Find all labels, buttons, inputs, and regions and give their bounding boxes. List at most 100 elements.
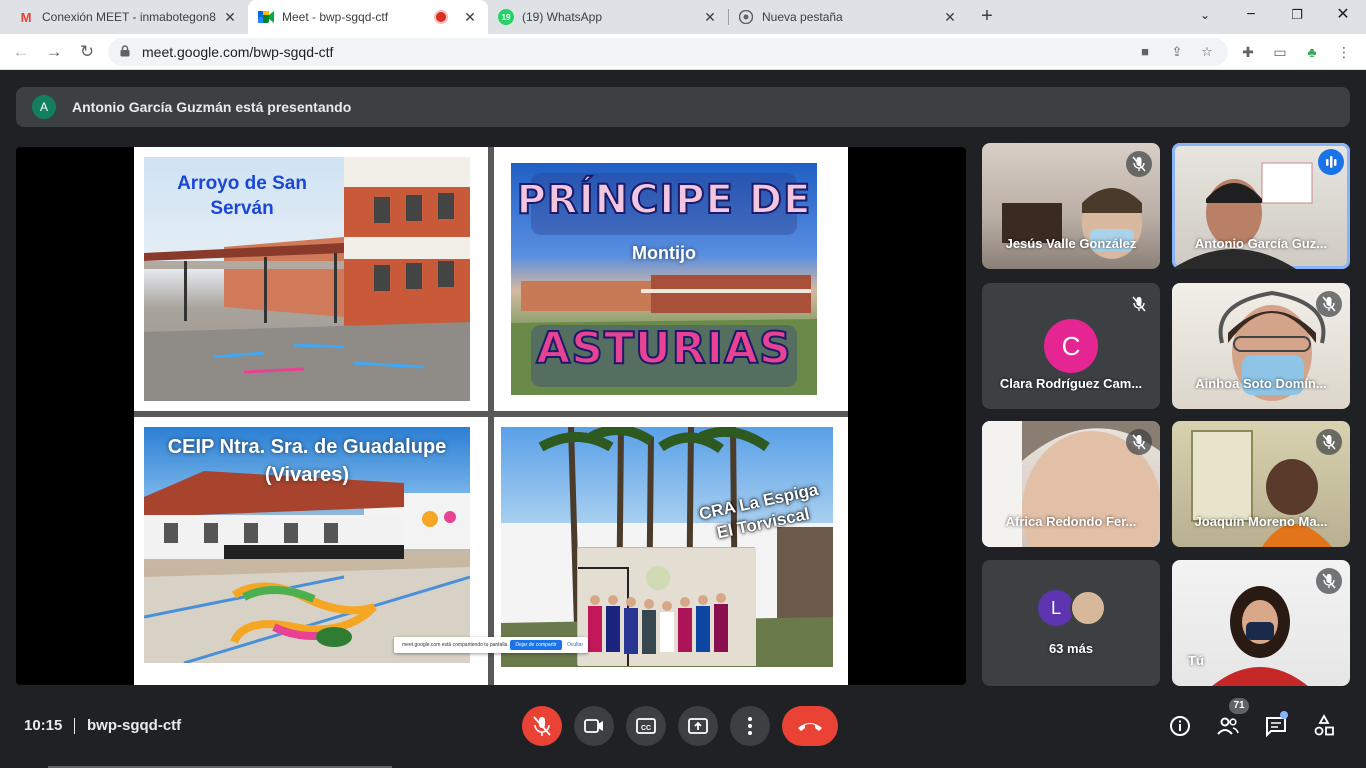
mic-off-icon (1126, 151, 1152, 177)
close-icon[interactable]: ✕ (222, 9, 238, 26)
mic-toggle-button[interactable] (522, 706, 562, 746)
participant-name: Antonio García Guz... (1194, 236, 1328, 251)
school-label-arroyo: Arroyo de San Serván (177, 173, 307, 219)
photo-torviscal: CRA La Espiga El Torviscal (501, 427, 833, 667)
school-label-vivares: CEIP Ntra. Sra. de Guadalupe (Vivares) (167, 436, 447, 486)
speaking-indicator-icon (1318, 149, 1344, 175)
tab-title: (19) WhatsApp (522, 10, 603, 24)
profile-icon[interactable]: ♣ (1302, 42, 1322, 62)
participant-name: Joaquín Moreno Ma... (1194, 514, 1328, 529)
chat-notification-dot (1280, 711, 1288, 719)
tab-gmail[interactable]: M Conexión MEET - inmabotegon8@ ✕ (8, 0, 248, 34)
lock-icon (120, 45, 130, 57)
photo-montijo: PRÍNCIPE DE Montijo ASTURIAS (511, 163, 817, 395)
activities-icon[interactable] (1312, 714, 1336, 738)
participant-tile[interactable]: C Clara Rodríguez Cam... (982, 283, 1160, 409)
recording-icon (434, 10, 448, 24)
more-vert-icon (748, 717, 752, 735)
chrome-icon (738, 9, 754, 25)
close-icon[interactable]: ✕ (462, 9, 478, 26)
participant-name: Clara Rodríguez Cam... (999, 376, 1143, 391)
participant-name: Tú (1188, 653, 1204, 668)
whatsapp-icon: 19 (498, 9, 514, 25)
participant-tile[interactable]: Ainhoa Soto Domín... (1172, 283, 1350, 409)
svg-text:CC: CC (641, 725, 651, 732)
participant-tile[interactable]: África Redondo Fer... (982, 421, 1160, 547)
mic-off-icon (1316, 291, 1342, 317)
captions-button[interactable]: CC (626, 706, 666, 746)
meeting-time: 10:15 (24, 717, 63, 734)
captions-icon: CC (636, 718, 656, 734)
presentation-stage[interactable]: Arroyo de San Serván PRÍNCIPE DE Montijo… (16, 147, 966, 685)
menu-icon[interactable]: ⋮ (1334, 42, 1354, 62)
participant-avatar: L (1038, 590, 1074, 626)
tab-new[interactable]: Nueva pestaña ✕ (728, 0, 968, 34)
bookmark-star-icon[interactable]: ☆ (1198, 44, 1216, 60)
school-label-montijo: Montijo (632, 243, 696, 263)
hide-notice-button[interactable]: Ocultar (567, 642, 583, 648)
slide-divider-horizontal (134, 411, 848, 417)
share-icon[interactable]: ⇪ (1168, 44, 1186, 60)
extensions-icon[interactable]: ✚ (1238, 42, 1258, 62)
more-options-button[interactable] (730, 706, 770, 746)
camera-toggle-button[interactable] (574, 706, 614, 746)
url-text: meet.google.com/bwp-sgqd-ctf (142, 44, 334, 60)
participant-avatar-photo (1070, 590, 1106, 626)
mic-off-icon (1316, 429, 1342, 455)
screen-share-notice: meet.google.com está compartiendo tu pan… (394, 637, 588, 653)
slide-title-bottom: ASTURIAS (535, 322, 792, 375)
people-icon[interactable] (1216, 714, 1240, 738)
tab-whatsapp[interactable]: 19 (19) WhatsApp ✕ (488, 0, 728, 34)
participant-count-badge: 71 (1229, 698, 1249, 714)
address-bar[interactable]: meet.google.com/bwp-sgqd-ctf ■ ⇪ ☆ (108, 38, 1228, 66)
photo-arroyo: Arroyo de San Serván (144, 157, 470, 401)
meet-app: A Antonio García Guzmán está presentando (0, 71, 1366, 768)
tab-meet[interactable]: Meet - bwp-sgqd-ctf ✕ (248, 0, 488, 34)
mic-off-icon (533, 716, 551, 736)
restore-button[interactable]: ❐ (1274, 0, 1320, 34)
meet-icon (258, 9, 274, 25)
gmail-icon: M (20, 9, 32, 25)
close-icon[interactable]: ✕ (942, 9, 958, 26)
participant-tile[interactable]: Joaquín Moreno Ma... (1172, 421, 1350, 547)
present-screen-icon (688, 718, 708, 734)
close-icon[interactable]: ✕ (702, 9, 718, 26)
back-button[interactable]: ← (9, 40, 33, 64)
present-button[interactable] (678, 706, 718, 746)
minimize-button[interactable]: − (1228, 0, 1274, 34)
photo-vivares: CEIP Ntra. Sra. de Guadalupe (Vivares) (144, 427, 470, 663)
meeting-code: bwp-sgqd-ctf (87, 717, 182, 734)
participant-avatar: C (1044, 319, 1098, 373)
presenter-avatar: A (32, 95, 56, 119)
participant-tile[interactable]: Jesús Valle González (982, 143, 1160, 269)
leave-call-button[interactable] (782, 706, 838, 746)
camera-icon[interactable]: ■ (1136, 44, 1154, 60)
tab-search-icon[interactable]: ⌄ (1182, 0, 1228, 34)
presenting-text: Antonio García Guzmán está presentando (72, 99, 352, 115)
mic-off-icon (1126, 291, 1152, 317)
footer-separator (74, 718, 75, 734)
mic-off-icon (1126, 429, 1152, 455)
stop-sharing-button[interactable]: Dejar de compartir (510, 640, 562, 650)
self-view-tile[interactable]: Tú (1172, 560, 1350, 686)
close-window-button[interactable]: ✕ (1320, 0, 1366, 34)
participant-name: Ainhoa Soto Domín... (1195, 376, 1327, 391)
new-tab-button[interactable]: + (976, 6, 998, 27)
forward-button[interactable]: → (42, 40, 66, 64)
reload-button[interactable]: ↻ (75, 40, 99, 64)
participant-name: África Redondo Fer... (1005, 514, 1137, 529)
mic-off-icon (1316, 568, 1342, 594)
hang-up-icon (798, 723, 822, 731)
more-participants-tile[interactable]: L 63 más (982, 560, 1160, 686)
camera-icon (584, 719, 603, 733)
cast-icon[interactable]: ▭ (1270, 42, 1290, 62)
participant-tile[interactable]: Antonio García Guz... (1172, 143, 1350, 269)
shared-slide: Arroyo de San Serván PRÍNCIPE DE Montijo… (134, 147, 848, 685)
slide-title-top: PRÍNCIPE DE (516, 176, 812, 224)
tab-title: Meet - bwp-sgqd-ctf (282, 10, 389, 24)
presenting-banner: A Antonio García Guzmán está presentando (16, 87, 1350, 127)
browser-toolbar: ← → ↻ meet.google.com/bwp-sgqd-ctf ■ ⇪ ☆… (0, 34, 1366, 70)
group-photo (577, 547, 756, 666)
tab-title: Nueva pestaña (762, 10, 843, 24)
info-icon[interactable] (1168, 714, 1192, 738)
